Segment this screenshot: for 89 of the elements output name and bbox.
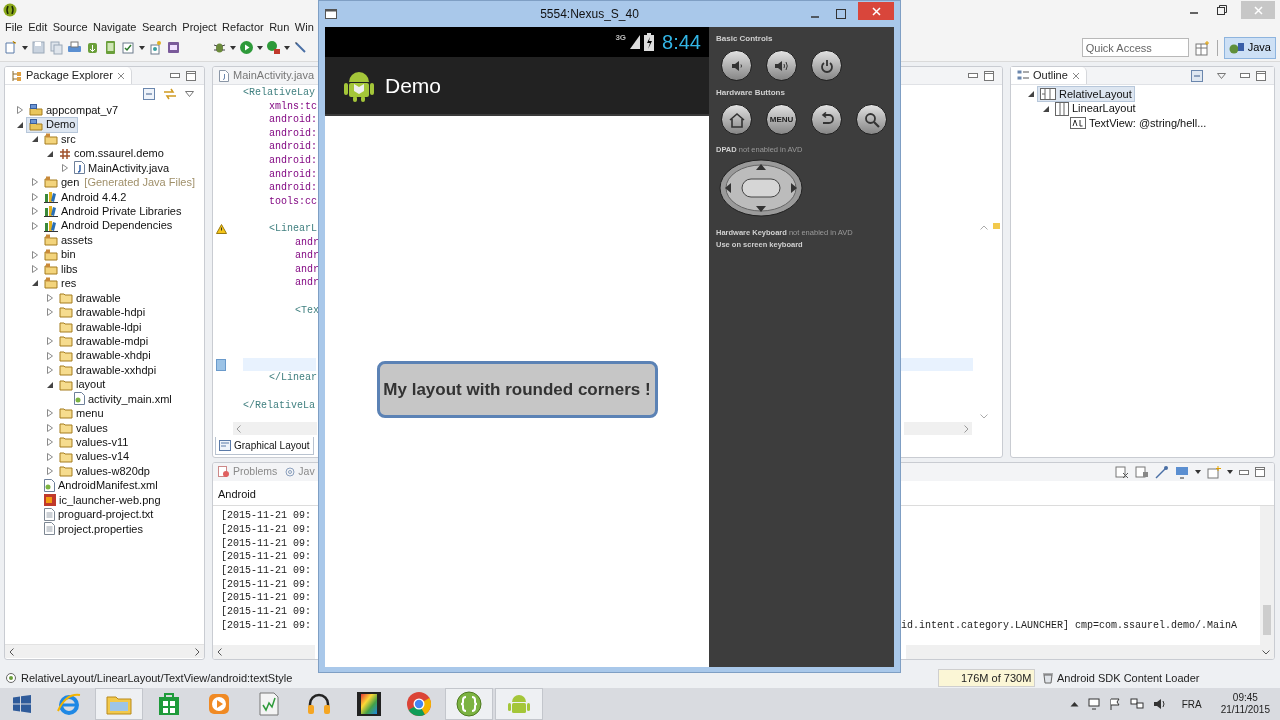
tree-item[interactable]: values-w820dp — [57, 464, 152, 479]
console-line: [2015-11-21 09: — [221, 605, 312, 620]
console-line: [2015-11-21 09: — [221, 564, 312, 579]
tree-item[interactable]: Android 4.4.2 — [42, 189, 129, 204]
tree-item[interactable]: drawable-hdpi — [57, 305, 148, 320]
panel-tab[interactable]: Outline — [1011, 67, 1087, 84]
console-line: [2015-11-21 09: — [221, 536, 312, 551]
perspective-button[interactable]: Java — [1223, 36, 1276, 59]
console-line: [2015-11-21 09: — [221, 509, 312, 524]
code-text: <RelativeLay — [243, 86, 315, 100]
code-text: </Linear — [269, 371, 317, 386]
console-line: id.intent.category.LAUNCHER] cmp=com.ssaurel.demo/.MainA — [901, 618, 1238, 633]
section-title: Basic Controls — [716, 33, 774, 45]
tree-item[interactable]: menu — [57, 406, 106, 421]
code-text: android: — [269, 126, 317, 141]
section-title: Hardware Buttons — [716, 87, 786, 99]
tree-item[interactable]: assets — [42, 233, 95, 248]
code-text: <LinearL — [269, 221, 317, 236]
code-text: android: — [269, 181, 317, 195]
console-line: [2015-11-21 09: — [221, 577, 312, 592]
menu-item[interactable]: Edit — [28, 21, 48, 33]
tree-item[interactable]: drawable-xxhdpi — [57, 363, 159, 378]
menu-item[interactable]: Project — [182, 21, 217, 33]
code-text: </RelativeLa — [243, 398, 315, 413]
code-text: andr — [295, 235, 319, 250]
menu-item[interactable]: File — [5, 21, 23, 33]
menu-item[interactable]: Search — [142, 21, 177, 33]
code-text: android: — [269, 113, 317, 127]
network-type: 3G — [615, 32, 627, 44]
console-line: [2015-11-21 09: — [221, 523, 312, 538]
code-text: <Tex — [295, 303, 319, 318]
tree-item[interactable]: TextView: @string/hell... — [1068, 116, 1209, 131]
phone-clock: 8:44 — [662, 30, 701, 55]
hardware-button[interactable]: MENU — [766, 104, 797, 135]
tree-item[interactable]: res — [42, 276, 79, 291]
tree-item[interactable]: AndroidManifest.xml — [42, 478, 160, 493]
tree-item[interactable]: values-v11 — [57, 435, 131, 450]
code-text: android: — [269, 140, 317, 154]
tree-item[interactable]: gen [Generated Java Files] — [42, 175, 198, 190]
code-text: tools:cc — [269, 194, 317, 209]
tree-item[interactable]: src — [42, 132, 78, 147]
menu-item[interactable]: Source — [52, 21, 88, 33]
tree-item[interactable]: drawable-xhdpi — [57, 348, 153, 363]
console-line: [2015-11-21 09: — [221, 550, 312, 565]
quick-access-field[interactable]: Quick Access — [1081, 38, 1189, 57]
code-text: android: — [269, 167, 317, 182]
code-text: andr — [295, 262, 319, 277]
tree-item[interactable]: Android Private Libraries — [42, 204, 184, 219]
tree-item[interactable]: Demo — [27, 117, 78, 132]
job-text: Android SDK Content Loader — [1057, 670, 1200, 686]
rounded-button[interactable]: My layout with rounded corners ! — [376, 361, 658, 418]
code-text: android: — [269, 153, 317, 168]
window-title: 5554:Nexus_S_40 — [539, 6, 640, 23]
editor-bottom-tab[interactable]: Graphical Layout — [215, 437, 314, 455]
tree-item[interactable]: values — [57, 420, 110, 435]
tree-item[interactable]: proguard-project.txt — [42, 507, 156, 522]
code-text: andr — [295, 249, 319, 263]
menu-item[interactable]: Navigate — [93, 21, 137, 33]
tree-item[interactable]: values-v14 — [57, 449, 132, 464]
keyboard-language[interactable]: FRA — [1181, 696, 1202, 712]
menu-item[interactable]: Refactor — [222, 21, 264, 33]
panel-tab[interactable]: Package Explorer — [5, 67, 132, 84]
tree-item[interactable]: bin — [42, 247, 78, 262]
tree-item[interactable]: drawable — [57, 290, 123, 305]
heap-meter[interactable]: 176M of 730M — [938, 669, 1035, 687]
tree-item[interactable]: Android Dependencies — [42, 218, 175, 233]
console-title: Android — [218, 488, 256, 500]
tree-item[interactable]: ic_launcher-web.png — [42, 493, 163, 508]
app-title: Demo — [385, 72, 442, 99]
code-text: andr — [295, 276, 319, 290]
tree-item[interactable]: project.properties — [42, 521, 145, 536]
editor-tab[interactable]: MainActivity.java — [213, 67, 321, 84]
tree-item[interactable]: drawable-mdpi — [57, 334, 151, 349]
tree-item[interactable]: libs — [42, 262, 80, 277]
console-line: [2015-11-21 09: — [221, 618, 312, 633]
tree-item[interactable]: layout — [57, 377, 108, 392]
tree-item[interactable]: com.ssaurel.demo — [57, 146, 166, 161]
menu-item[interactable]: Win — [294, 21, 314, 33]
tree-item[interactable]: LinearLayout — [1053, 101, 1138, 116]
status-text: RelativeLayout/LinearLayout/TextView/android:textStyle — [21, 670, 293, 686]
tree-item[interactable]: RelativeLayout — [1038, 87, 1134, 102]
console-line: [2015-11-21 09: — [221, 591, 312, 606]
code-text: xmlns:tc — [269, 99, 317, 114]
tree-item[interactable]: activity_main.xml — [72, 391, 174, 406]
tree-item[interactable]: appcompat_v7 — [27, 103, 121, 118]
clock[interactable]: 09:45 21/11/2015 — [1220, 692, 1270, 716]
tree-item[interactable]: drawable-ldpi — [57, 319, 144, 334]
menu-item[interactable]: Run — [269, 21, 290, 33]
tree-item[interactable]: MainActivity.java — [72, 160, 172, 175]
